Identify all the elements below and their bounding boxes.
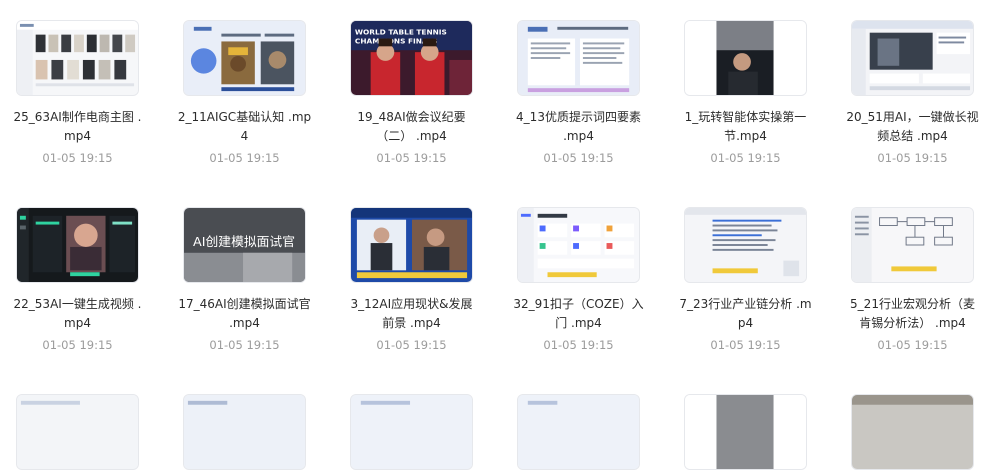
file-name[interactable]: 32_91扣子（COZE）入 门 .mp4 <box>501 295 656 333</box>
file-name[interactable]: 4_13优质提示词四要素 .mp4 <box>501 108 656 146</box>
file-name[interactable]: 3_12AI应用现状&发展 前景 .mp4 <box>334 295 489 333</box>
video-thumbnail[interactable] <box>517 20 640 96</box>
file-modified-time: 01-05 19:15 <box>877 338 948 352</box>
video-thumbnail[interactable] <box>851 20 974 96</box>
file-modified-time: 01-05 19:15 <box>42 338 113 352</box>
video-thumbnail[interactable] <box>16 207 139 283</box>
file-modified-time: 01-05 19:15 <box>42 151 113 165</box>
video-thumbnail[interactable] <box>350 207 473 283</box>
video-thumbnail[interactable]: AI创建模拟面试官 <box>183 207 306 283</box>
video-thumbnail[interactable] <box>851 207 974 283</box>
file-name[interactable]: 7_23行业产业链分析 .m p4 <box>668 295 823 333</box>
video-thumbnail[interactable] <box>851 394 974 470</box>
file-name[interactable]: 20_51用AI，一键做长视 频总结 .mp4 <box>835 108 987 146</box>
file-name[interactable]: 22_53AI一键生成视频 . mp4 <box>0 295 155 333</box>
file-modified-time: 01-05 19:15 <box>710 151 781 165</box>
video-overlay-text: AI创建模拟面试官 <box>193 234 295 249</box>
video-thumbnail[interactable] <box>684 207 807 283</box>
file-modified-time: 01-05 19:15 <box>209 338 280 352</box>
video-thumbnail[interactable] <box>517 207 640 283</box>
file-name[interactable]: 5_21行业宏观分析（麦 肯锡分析法） .mp4 <box>835 295 987 333</box>
file-modified-time: 01-05 19:15 <box>376 338 447 352</box>
file-modified-time: 01-05 19:15 <box>209 151 280 165</box>
video-thumbnail[interactable] <box>16 394 139 470</box>
video-thumbnail[interactable] <box>517 394 640 470</box>
video-thumbnail[interactable] <box>350 394 473 470</box>
file-modified-time: 01-05 19:15 <box>543 338 614 352</box>
file-name[interactable]: 17_46AI创建模拟面试官 .mp4 <box>167 295 322 333</box>
video-thumbnail[interactable]: WORLD TABLE TENNIS CHAMPIONS FINALS <box>350 20 473 96</box>
video-thumbnail[interactable] <box>684 394 807 470</box>
video-thumbnail[interactable] <box>183 394 306 470</box>
file-grid: 25_63AI制作电商主图 . mp4 01-05 19:15 2_11AIGC… <box>0 0 987 470</box>
file-modified-time: 01-05 19:15 <box>877 151 948 165</box>
file-modified-time: 01-05 19:15 <box>710 338 781 352</box>
file-name[interactable]: 2_11AIGC基础认知 .mp 4 <box>167 108 322 146</box>
video-thumbnail[interactable] <box>16 20 139 96</box>
video-thumbnail[interactable] <box>183 20 306 96</box>
file-name[interactable]: 19_48AI做会议纪要 （二） .mp4 <box>334 108 489 146</box>
file-name[interactable]: 1_玩转智能体实操第一 节.mp4 <box>668 108 823 146</box>
video-thumbnail[interactable] <box>684 20 807 96</box>
file-modified-time: 01-05 19:15 <box>376 151 447 165</box>
file-modified-time: 01-05 19:15 <box>543 151 614 165</box>
file-name[interactable]: 25_63AI制作电商主图 . mp4 <box>0 108 155 146</box>
